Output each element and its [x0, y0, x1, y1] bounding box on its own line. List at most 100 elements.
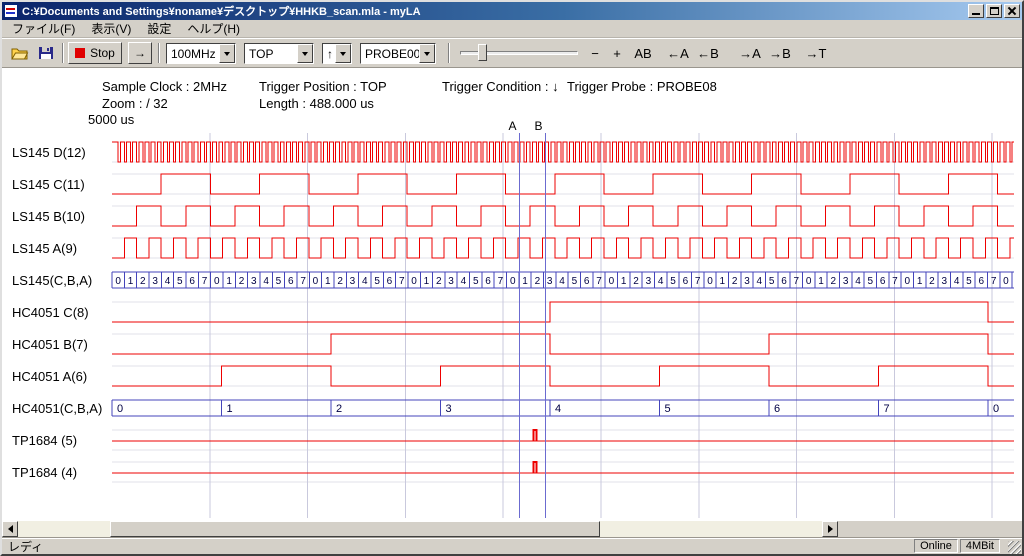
bus-value: 5 — [374, 276, 380, 287]
menu-file[interactable]: ファイル(F) — [4, 18, 83, 39]
scroll-thumb[interactable] — [110, 521, 600, 537]
bus-value: 7 — [596, 276, 602, 287]
bus-value: 6 — [189, 276, 195, 287]
bus-value: 4 — [555, 403, 561, 415]
status-message: レディ — [8, 538, 914, 555]
bus-value: 0 — [117, 403, 123, 415]
stop-button[interactable]: Stop — [68, 42, 122, 64]
channel-label: TP1684 (5) — [12, 433, 77, 448]
floppy-disk-icon — [38, 46, 54, 60]
goto-trigger-button[interactable]: →T — [802, 43, 830, 63]
scroll-right-icon — [828, 525, 833, 533]
bus-value: 5 — [665, 403, 671, 415]
trigger-edge-combo[interactable]: ↑ — [322, 43, 352, 64]
zoom-slider[interactable] — [460, 43, 578, 63]
channel-label: HC4051 A(6) — [12, 369, 87, 384]
goto-a-left-button[interactable]: ←A — [664, 43, 692, 63]
bus-value: 2 — [436, 276, 442, 287]
channel-label: HC4051 C(8) — [12, 305, 89, 320]
channel-label: HC4051 B(7) — [12, 337, 88, 352]
waveform-pulse — [534, 462, 537, 473]
bus-value: 4 — [658, 276, 664, 287]
zoom-in-button[interactable]: + — [608, 43, 626, 63]
goto-b-right-button[interactable]: →B — [766, 43, 794, 63]
bus-value: 7 — [202, 276, 208, 287]
sample-rate-combo[interactable]: 100MHz — [166, 43, 236, 64]
resize-grip[interactable] — [1008, 541, 1021, 554]
minimize-icon — [972, 13, 980, 15]
dropdown-arrow-icon[interactable] — [335, 44, 351, 63]
horizontal-scrollbar[interactable] — [2, 521, 838, 537]
scroll-right-button[interactable] — [822, 521, 838, 537]
menu-settings[interactable]: 設定 — [139, 18, 179, 39]
channel-label: LS145 B(10) — [12, 209, 85, 224]
bus-value: 1 — [621, 276, 627, 287]
statusbar: レディ Online 4MBit — [2, 537, 1022, 554]
bus-value: 7 — [892, 276, 898, 287]
scroll-track[interactable] — [18, 521, 822, 537]
bus-value: 6 — [485, 276, 491, 287]
menu-help[interactable]: ヘルプ(H) — [179, 18, 248, 39]
bus-value: 7 — [884, 403, 890, 415]
bus-value: 7 — [695, 276, 701, 287]
scroll-left-button[interactable] — [2, 521, 18, 537]
trigger-probe-combo[interactable]: PROBE00 — [360, 43, 436, 64]
bus-value: 3 — [448, 276, 454, 287]
sample-rate-value: 100MHz — [167, 44, 219, 63]
save-button[interactable] — [34, 42, 58, 64]
bus-value: 4 — [757, 276, 763, 287]
trigger-position-info: Trigger Position : TOP — [259, 79, 387, 94]
bus-value: 4 — [165, 276, 171, 287]
bus-value: 1 — [522, 276, 528, 287]
trigger-edge-value: ↑ — [323, 44, 335, 63]
goto-b-left-button[interactable]: ←B — [694, 43, 722, 63]
run-button[interactable]: → — [128, 42, 152, 64]
cursor-label: A — [508, 119, 516, 133]
zoom-out-button[interactable]: − — [586, 43, 604, 63]
trigger-probe-info: Trigger Probe : PROBE08 — [567, 79, 717, 94]
app-icon — [4, 4, 18, 18]
dropdown-arrow-icon[interactable] — [297, 44, 313, 63]
zoom-slider-thumb[interactable] — [478, 44, 487, 61]
maximize-button[interactable] — [986, 4, 1002, 18]
open-folder-icon — [11, 46, 29, 60]
toolbar: Stop → 100MHz TOP ↑ PROBE00 − + AB ←A — [2, 38, 1022, 68]
bus-value: 4 — [559, 276, 565, 287]
waveform-pulse — [534, 430, 537, 441]
bus-value: 3 — [646, 276, 652, 287]
bus-value: 6 — [880, 276, 886, 287]
bus-value: 0 — [214, 276, 220, 287]
bus-value: 0 — [993, 403, 999, 415]
open-button[interactable] — [8, 42, 32, 64]
maximize-icon — [990, 7, 999, 15]
bus-value: 2 — [337, 276, 343, 287]
bus-value: 4 — [263, 276, 269, 287]
goto-a-right-button[interactable]: →A — [736, 43, 764, 63]
channel-label: LS145 D(12) — [12, 145, 86, 160]
bus-value: 0 — [707, 276, 713, 287]
menubar: ファイル(F) 表示(V) 設定 ヘルプ(H) — [2, 20, 1022, 38]
dropdown-arrow-icon[interactable] — [219, 44, 235, 63]
cursor-label: B — [534, 119, 542, 133]
trigger-probe-value: PROBE00 — [361, 44, 419, 63]
bus-value: 6 — [978, 276, 984, 287]
menu-view[interactable]: 表示(V) — [83, 18, 139, 39]
app-window: C:¥Documents and Settings¥noname¥デスクトップ¥… — [0, 0, 1024, 556]
bus-value: 6 — [781, 276, 787, 287]
minimize-button[interactable] — [968, 4, 984, 18]
bus-value: 3 — [744, 276, 750, 287]
dropdown-arrow-icon[interactable] — [419, 44, 435, 63]
trigger-position-combo[interactable]: TOP — [244, 43, 314, 64]
bus-value: 7 — [991, 276, 997, 287]
bus-value: 5 — [473, 276, 479, 287]
close-button[interactable] — [1004, 4, 1020, 18]
bus-value: 1 — [226, 276, 232, 287]
waveform-display: LS145 D(12)LS145 C(11)LS145 B(10)LS145 A… — [2, 68, 1024, 521]
bus-value: 5 — [177, 276, 183, 287]
bus-value: 3 — [446, 403, 452, 415]
waveform-trace — [112, 302, 1014, 322]
bus-value: 7 — [399, 276, 405, 287]
bus-value: 4 — [855, 276, 861, 287]
ab-cursors-button[interactable]: AB — [630, 43, 656, 63]
bus-value: 1 — [227, 403, 233, 415]
